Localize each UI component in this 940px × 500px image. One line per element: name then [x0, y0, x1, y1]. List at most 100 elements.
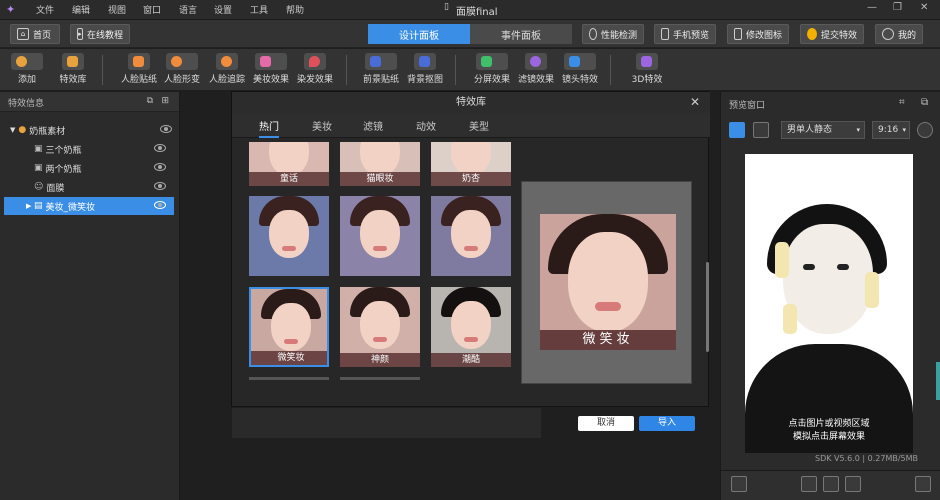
effect-card[interactable]	[340, 196, 420, 276]
tab-makeup[interactable]: 美妆	[312, 118, 332, 133]
top-nav: ⌂ 首页 ▸ 在线教程 设计面板 事件面板 性能检测 手机预览 修改图标 提交特效 …	[0, 20, 940, 48]
effect-card[interactable]	[431, 196, 511, 276]
ratio-select[interactable]: 9:16 ▾	[872, 121, 910, 139]
close-icon[interactable]: ✕	[690, 95, 700, 109]
tutorial-icon: ▸	[77, 28, 83, 40]
3d-effect-tool[interactable]: 3D特效	[628, 53, 666, 85]
visibility-icon[interactable]	[154, 144, 166, 152]
filter-tool[interactable]: 滤镜效果	[517, 53, 555, 85]
visibility-icon[interactable]	[154, 182, 166, 190]
menu-help[interactable]: 帮助	[286, 3, 304, 16]
camera-mode-icon[interactable]	[753, 122, 769, 138]
effect-info-panel: 特效信息 ⧉ ⊞ ▼ ● 奶瓶素材 ▣ 三个奶瓶 ▣ 两个奶瓶 ☺ 面膜 ▶ ▤ 美妆_微笑妆	[0, 92, 180, 500]
face-warp-tool[interactable]: 人脸形变	[163, 53, 201, 85]
tutorial-button[interactable]: ▸ 在线教程	[70, 24, 130, 44]
scrollbar[interactable]	[706, 262, 709, 352]
menu-tools[interactable]: 工具	[250, 3, 268, 16]
makeup-layer-icon: ▤	[34, 201, 43, 211]
tab-event-panel[interactable]: 事件面板	[470, 24, 572, 44]
face-track-tool[interactable]: 人脸追踪	[208, 53, 246, 85]
bottle-sticker	[775, 242, 789, 278]
menu-settings[interactable]: 设置	[214, 3, 232, 16]
model-select[interactable]: 男单人静态 ▾	[781, 121, 865, 139]
tree-item-bottle-assets[interactable]: ▼ ● 奶瓶素材	[10, 121, 180, 139]
library-icon	[62, 53, 84, 70]
window-title: 面膜final	[456, 7, 498, 18]
tab-design-panel[interactable]: 设计面板	[368, 24, 470, 44]
split-screen-tool[interactable]: 分屏效果	[473, 53, 511, 85]
lens-effect-tool[interactable]: 镜头特效	[561, 53, 599, 85]
import-button[interactable]: 导入	[639, 416, 695, 431]
profile-button[interactable]: 我的	[875, 24, 923, 44]
makeup-tool[interactable]: 美妆效果	[252, 53, 290, 85]
file-icon: ▯	[444, 2, 449, 12]
pause-icon[interactable]	[823, 476, 839, 492]
tree-item-two-bottles[interactable]: ▣ 两个奶瓶	[34, 159, 174, 177]
close-icon[interactable]: ✕	[920, 2, 928, 13]
home-button[interactable]: ⌂ 首页	[10, 24, 60, 44]
face-track-icon	[216, 53, 238, 70]
crop-icon[interactable]: ⌗	[899, 97, 905, 108]
tool-bar: 添加 特效库 人脸贴纸 人脸形变 人脸追踪 美妆效果 染发效果 前景贴纸 背景抠…	[0, 49, 940, 91]
tree-item-three-bottles[interactable]: ▣ 三个奶瓶	[34, 140, 174, 158]
tree-item-smile-makeup[interactable]: ▶ ▤ 美妆_微笑妆	[4, 197, 174, 215]
filter-icon	[525, 53, 547, 70]
modify-icon-button[interactable]: 修改图标	[727, 24, 789, 44]
effect-card[interactable]	[249, 196, 329, 276]
effect-card[interactable]: 神颜	[340, 287, 420, 367]
face-icon: ☺	[34, 182, 44, 192]
menu-file[interactable]: 文件	[36, 3, 54, 16]
performance-button[interactable]: 性能检测	[582, 24, 644, 44]
copy-icon[interactable]: ⧉	[147, 96, 153, 106]
side-scroll-indicator[interactable]	[936, 362, 940, 400]
gauge-icon	[589, 28, 597, 40]
refresh-icon[interactable]	[917, 122, 933, 138]
expand-icon[interactable]: ⧉	[921, 97, 928, 108]
user-icon	[882, 28, 894, 40]
visibility-icon[interactable]	[154, 163, 166, 171]
add-tool[interactable]: 添加	[10, 53, 44, 85]
effect-card[interactable]: 奶杏	[431, 142, 511, 186]
image-icon	[734, 28, 742, 40]
tab-hot[interactable]: 热门	[259, 118, 279, 138]
background-matting-tool[interactable]: 背景抠图	[406, 53, 444, 85]
face-sticker-tool[interactable]: 人脸贴纸	[120, 53, 158, 85]
visibility-icon[interactable]	[160, 125, 172, 133]
submit-effect-button[interactable]: 提交特效	[800, 24, 864, 44]
phone-icon	[661, 28, 669, 40]
save-frame-icon[interactable]	[731, 476, 747, 492]
effect-card[interactable]: 猫眼妆	[340, 142, 420, 186]
visibility-icon[interactable]	[154, 201, 166, 209]
menu-window[interactable]: 窗口	[143, 3, 161, 16]
prev-frame-icon[interactable]	[801, 476, 817, 492]
effects-library-tool[interactable]: 特效库	[56, 53, 90, 85]
mobile-preview-button[interactable]: 手机预览	[654, 24, 716, 44]
menu-edit[interactable]: 编辑	[72, 3, 90, 16]
effect-card[interactable]: 童话	[249, 142, 329, 186]
add-layer-icon[interactable]: ⊞	[161, 96, 169, 106]
maximize-icon[interactable]: ❐	[893, 2, 902, 13]
dialog-footer	[232, 408, 541, 438]
title-bar: ✦ 文件 编辑 视图 窗口 语言 设置 工具 帮助 ▯ 面膜final — ❐ …	[0, 0, 940, 20]
tree-item-mask[interactable]: ☺ 面膜	[34, 178, 174, 196]
tab-filter[interactable]: 滤镜	[363, 118, 383, 133]
hair-dye-tool[interactable]: 染发效果	[296, 53, 334, 85]
foreground-sticker-tool[interactable]: 前景贴纸	[362, 53, 400, 85]
add-icon	[11, 53, 43, 70]
effect-card-selected[interactable]: 微笑妆	[249, 287, 329, 367]
effect-card[interactable]: 潮酷	[431, 287, 511, 367]
export-icon[interactable]	[915, 476, 931, 492]
menu-language[interactable]: 语言	[179, 3, 197, 16]
next-frame-icon[interactable]	[845, 476, 861, 492]
menu-view[interactable]: 视图	[108, 3, 126, 16]
bottle-sticker	[865, 272, 879, 308]
smile-icon	[807, 28, 817, 40]
tab-motion[interactable]: 动效	[416, 118, 436, 133]
cancel-button[interactable]: 取消	[578, 416, 634, 431]
tab-shape[interactable]: 美型	[469, 118, 489, 133]
portrait-mode-icon[interactable]	[729, 122, 745, 138]
minimize-icon[interactable]: —	[867, 2, 877, 13]
dialog-title: 特效库	[232, 92, 710, 113]
effect-preview: 微笑妆	[521, 181, 692, 384]
phone-preview[interactable]: 点击图片或视频区域 模拟点击屏幕效果	[745, 154, 913, 453]
